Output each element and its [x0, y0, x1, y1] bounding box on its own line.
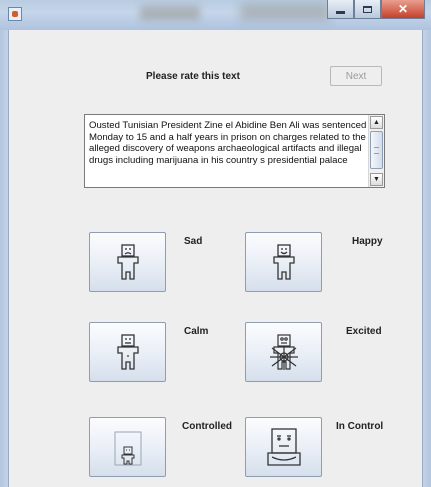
scroll-up-arrow-icon[interactable]: ▲ — [370, 116, 383, 129]
maximize-icon — [363, 5, 372, 13]
sad-figure-icon — [116, 244, 139, 280]
excited-figure-icon — [269, 334, 298, 370]
article-text-area[interactable]: Ousted Tunisian President Zine el Abidin… — [84, 114, 385, 188]
window-frame-left — [0, 30, 8, 487]
next-button[interactable]: Next — [330, 66, 382, 86]
rate-calm-button[interactable] — [89, 322, 166, 382]
minimize-icon — [336, 10, 345, 14]
excited-label: Excited — [346, 326, 382, 337]
article-text: Ousted Tunisian President Zine el Abidin… — [89, 120, 367, 166]
calm-label: Calm — [184, 326, 209, 337]
rate-excited-button[interactable] — [245, 322, 322, 382]
scroll-down-arrow-icon[interactable]: ▼ — [370, 173, 383, 186]
controlled-label: Controlled — [182, 421, 232, 432]
close-button[interactable]: ✕ — [381, 0, 425, 19]
vertical-scrollbar[interactable]: ▲ ▼ — [368, 115, 384, 187]
application-window: ✕ Please rate this text Next Ousted Tuni… — [0, 0, 431, 487]
controlled-figure-icon — [114, 431, 141, 466]
close-icon: ✕ — [397, 2, 409, 16]
rate-in-control-button[interactable] — [245, 417, 322, 477]
happy-figure-icon — [272, 244, 295, 280]
java-app-icon — [8, 7, 22, 21]
rate-prompt-label: Please rate this text — [146, 71, 240, 82]
rate-sad-button[interactable] — [89, 232, 166, 292]
title-bar[interactable]: ✕ — [0, 0, 431, 30]
in-control-label: In Control — [336, 421, 384, 432]
minimize-button[interactable] — [327, 0, 354, 19]
window-frame-right — [423, 30, 431, 487]
content-panel — [8, 30, 423, 487]
happy-label: Happy — [352, 236, 383, 247]
window-controls: ✕ — [327, 0, 425, 20]
sad-label: Sad — [184, 236, 203, 247]
in-control-figure-icon — [266, 428, 301, 466]
rate-happy-button[interactable] — [245, 232, 322, 292]
calm-figure-icon — [116, 334, 139, 370]
maximize-button[interactable] — [354, 0, 381, 19]
scroll-thumb[interactable] — [370, 131, 383, 169]
rate-controlled-button[interactable] — [89, 417, 166, 477]
